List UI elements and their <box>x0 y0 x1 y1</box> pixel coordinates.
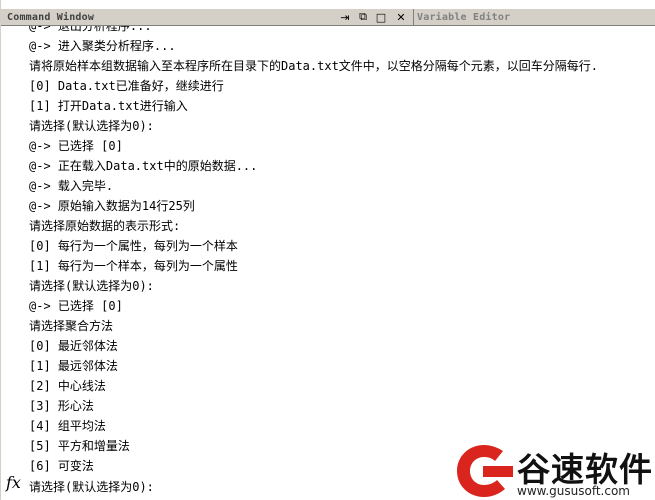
console-line: [6] 可变法 <box>29 459 94 473</box>
console-line: 请选择(默认选择为0): <box>29 279 154 293</box>
console-line: 请选择(默认选择为0): <box>29 119 154 133</box>
maximize-icon[interactable]: □ <box>374 10 388 24</box>
tab-variable-editor[interactable]: Variable Editor <box>417 12 510 23</box>
undock-icon[interactable]: ⧉ <box>356 10 370 24</box>
console-output[interactable]: @-> 退出分析程序... @-> 进入聚类分析程序... 请将原始样本组数据输入… <box>1 26 655 500</box>
title-bar: Command Window ⇥ ⧉ □ ✕ Variable Editor <box>1 9 655 26</box>
console-line: [1] 打开Data.txt进行输入 <box>29 99 188 113</box>
console-line: [1] 每行为一个样本，每列为一个属性 <box>29 259 238 273</box>
console-line: 请选择原始数据的表示形式: <box>29 219 181 233</box>
command-window: Command Window ⇥ ⧉ □ ✕ Variable Editor @… <box>0 0 655 500</box>
console-line: @-> 正在载入Data.txt中的原始数据... <box>29 159 258 173</box>
console-line: [0] 最近邻体法 <box>29 339 118 353</box>
console-line-cut: @-> 退出分析程序... <box>29 26 152 33</box>
console-line: [0] Data.txt已准备好，继续进行 <box>29 79 224 93</box>
console-line: @-> 载入完毕. <box>29 179 114 193</box>
console-line: 请将原始样本组数据输入至本程序所在目录下的Data.txt文件中，以空格分隔每个… <box>29 59 599 73</box>
gusu-logo-icon <box>457 445 513 497</box>
dock-icon[interactable]: ⇥ <box>338 10 352 24</box>
console-line: @-> 进入聚类分析程序... <box>29 39 176 53</box>
title-separator <box>413 9 414 25</box>
console-line: [0] 每行为一个属性，每列为一个样本 <box>29 239 238 253</box>
close-icon[interactable]: ✕ <box>394 10 408 24</box>
console-line: @-> 已选择 [0] <box>29 299 123 313</box>
watermark-url: www.gususoft.com <box>517 484 630 498</box>
console-line: [4] 组平均法 <box>29 419 106 433</box>
console-line: [5] 平方和增量法 <box>29 439 130 453</box>
fx-icon[interactable]: fx <box>6 473 21 492</box>
console-line: [2] 中心线法 <box>29 379 106 393</box>
console-line: @-> 原始输入数据为14行25列 <box>29 199 195 213</box>
console-line: [1] 最远邻体法 <box>29 359 118 373</box>
console-line: @-> 已选择 [0] <box>29 139 123 153</box>
watermark: 谷速软件 www.gususoft.com <box>457 445 655 500</box>
command-window-title: Command Window <box>7 12 95 23</box>
console-line: 请选择聚合方法 <box>29 319 114 333</box>
command-prompt-line[interactable]: 请选择(默认选择为0): <box>29 477 154 497</box>
console-line: [3] 形心法 <box>29 399 94 413</box>
